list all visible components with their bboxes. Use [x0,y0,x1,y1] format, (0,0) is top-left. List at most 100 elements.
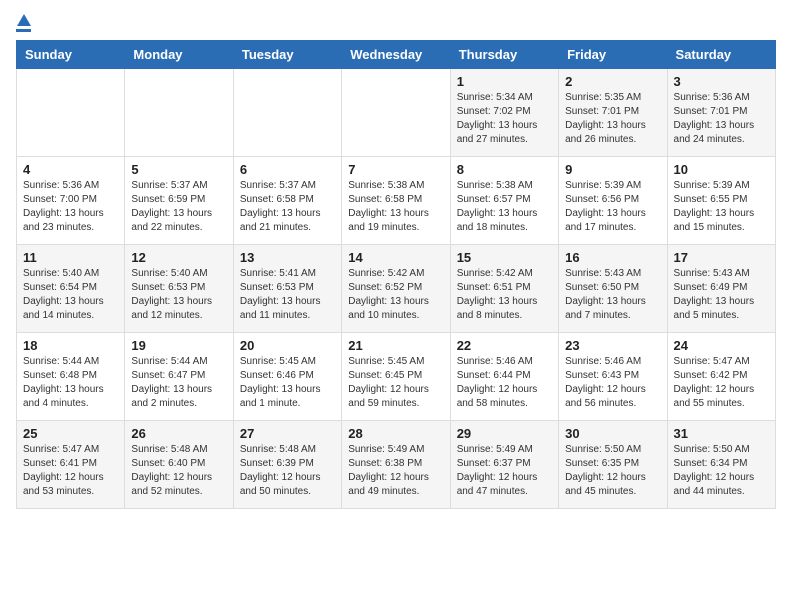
calendar-cell: 5 Sunrise: 5:37 AMSunset: 6:59 PMDaylight… [125,157,233,245]
day-number: 5 [131,162,226,177]
day-number: 10 [674,162,769,177]
day-number: 2 [565,74,660,89]
day-number: 21 [348,338,443,353]
calendar-cell: 6 Sunrise: 5:37 AMSunset: 6:58 PMDaylight… [233,157,341,245]
calendar-cell [342,69,450,157]
weekday-header-wednesday: Wednesday [342,41,450,69]
day-info: Sunrise: 5:37 AMSunset: 6:59 PMDaylight:… [131,179,226,235]
weekday-header-friday: Friday [559,41,667,69]
calendar-cell: 13Sunrise: 5:41 AMSunset: 6:53 PMDayligh… [233,245,341,333]
day-info: Sunrise: 5:40 AMSunset: 6:53 PMDaylight:… [131,267,226,323]
calendar-cell: 21 Sunrise: 5:45 AMSunset: 6:45 PMDayligh… [342,333,450,421]
weekday-header-row: SundayMondayTuesdayWednesdayThursdayFrid… [17,41,776,69]
calendar-cell: 29Sunrise: 5:49 AMSunset: 6:37 PMDayligh… [450,421,558,509]
calendar-cell: 1Sunrise: 5:34 AMSunset: 7:02 PMDaylight… [450,69,558,157]
calendar-cell: 4 Sunrise: 5:36 AMSunset: 7:00 PMDaylight… [17,157,125,245]
day-number: 7 [348,162,443,177]
calendar-cell: 11 Sunrise: 5:40 AMSunset: 6:54 PMDayligh… [17,245,125,333]
calendar-cell: 17Sunrise: 5:43 AMSunset: 6:49 PMDayligh… [667,245,775,333]
logo-triangle-icon [17,14,31,26]
day-info: Sunrise: 5:47 AMSunset: 6:41 PMDaylight:… [23,443,118,499]
calendar-week-2: 4 Sunrise: 5:36 AMSunset: 7:00 PMDaylight… [17,157,776,245]
day-info: Sunrise: 5:42 AMSunset: 6:51 PMDaylight:… [457,267,552,323]
day-number: 12 [131,250,226,265]
calendar-week-4: 18 Sunrise: 5:44 AMSunset: 6:48 PMDayligh… [17,333,776,421]
calendar-cell: 3 Sunrise: 5:36 AMSunset: 7:01 PMDaylight… [667,69,775,157]
calendar-cell: 22 Sunrise: 5:46 AMSunset: 6:44 PMDayligh… [450,333,558,421]
day-info: Sunrise: 5:37 AMSunset: 6:58 PMDaylight:… [240,179,335,235]
day-number: 26 [131,426,226,441]
day-info: Sunrise: 5:46 AMSunset: 6:44 PMDaylight:… [457,355,552,411]
page-header [16,16,776,32]
day-info: Sunrise: 5:48 AMSunset: 6:40 PMDaylight:… [131,443,226,499]
day-number: 23 [565,338,660,353]
calendar-week-3: 11 Sunrise: 5:40 AMSunset: 6:54 PMDayligh… [17,245,776,333]
day-number: 14 [348,250,443,265]
calendar-cell: 28 Sunrise: 5:49 AMSunset: 6:38 PMDayligh… [342,421,450,509]
day-info: Sunrise: 5:49 AMSunset: 6:38 PMDaylight:… [348,443,443,499]
day-info: Sunrise: 5:39 AMSunset: 6:55 PMDaylight:… [674,179,769,235]
day-number: 22 [457,338,552,353]
day-number: 24 [674,338,769,353]
logo-blue-line [16,29,31,32]
day-number: 6 [240,162,335,177]
calendar-table: SundayMondayTuesdayWednesdayThursdayFrid… [16,40,776,509]
calendar-week-1: 1Sunrise: 5:34 AMSunset: 7:02 PMDaylight… [17,69,776,157]
day-number: 30 [565,426,660,441]
calendar-cell: 25Sunrise: 5:47 AMSunset: 6:41 PMDayligh… [17,421,125,509]
day-info: Sunrise: 5:50 AMSunset: 6:35 PMDaylight:… [565,443,660,499]
calendar-cell [125,69,233,157]
calendar-cell: 7 Sunrise: 5:38 AMSunset: 6:58 PMDaylight… [342,157,450,245]
day-number: 27 [240,426,335,441]
day-info: Sunrise: 5:50 AMSunset: 6:34 PMDaylight:… [674,443,769,499]
day-number: 31 [674,426,769,441]
logo [16,16,31,32]
day-info: Sunrise: 5:41 AMSunset: 6:53 PMDaylight:… [240,267,335,323]
weekday-header-monday: Monday [125,41,233,69]
day-info: Sunrise: 5:43 AMSunset: 6:49 PMDaylight:… [674,267,769,323]
day-number: 9 [565,162,660,177]
day-info: Sunrise: 5:49 AMSunset: 6:37 PMDaylight:… [457,443,552,499]
day-info: Sunrise: 5:36 AMSunset: 7:00 PMDaylight:… [23,179,118,235]
calendar-cell: 24 Sunrise: 5:47 AMSunset: 6:42 PMDayligh… [667,333,775,421]
calendar-cell: 8Sunrise: 5:38 AMSunset: 6:57 PMDaylight… [450,157,558,245]
day-number: 15 [457,250,552,265]
day-info: Sunrise: 5:47 AMSunset: 6:42 PMDaylight:… [674,355,769,411]
calendar-cell: 15 Sunrise: 5:42 AMSunset: 6:51 PMDayligh… [450,245,558,333]
calendar-cell: 12 Sunrise: 5:40 AMSunset: 6:53 PMDayligh… [125,245,233,333]
day-info: Sunrise: 5:48 AMSunset: 6:39 PMDaylight:… [240,443,335,499]
calendar-cell: 31 Sunrise: 5:50 AMSunset: 6:34 PMDayligh… [667,421,775,509]
calendar-cell: 30 Sunrise: 5:50 AMSunset: 6:35 PMDayligh… [559,421,667,509]
calendar-cell: 16Sunrise: 5:43 AMSunset: 6:50 PMDayligh… [559,245,667,333]
day-number: 1 [457,74,552,89]
calendar-cell: 20Sunrise: 5:45 AMSunset: 6:46 PMDayligh… [233,333,341,421]
weekday-header-thursday: Thursday [450,41,558,69]
day-number: 11 [23,250,118,265]
calendar-cell: 14Sunrise: 5:42 AMSunset: 6:52 PMDayligh… [342,245,450,333]
weekday-header-saturday: Saturday [667,41,775,69]
day-number: 20 [240,338,335,353]
day-info: Sunrise: 5:46 AMSunset: 6:43 PMDaylight:… [565,355,660,411]
calendar-week-5: 25Sunrise: 5:47 AMSunset: 6:41 PMDayligh… [17,421,776,509]
calendar-cell: 9Sunrise: 5:39 AMSunset: 6:56 PMDaylight… [559,157,667,245]
day-info: Sunrise: 5:45 AMSunset: 6:45 PMDaylight:… [348,355,443,411]
day-info: Sunrise: 5:44 AMSunset: 6:48 PMDaylight:… [23,355,118,411]
day-number: 18 [23,338,118,353]
day-number: 28 [348,426,443,441]
weekday-header-tuesday: Tuesday [233,41,341,69]
day-info: Sunrise: 5:38 AMSunset: 6:57 PMDaylight:… [457,179,552,235]
day-number: 19 [131,338,226,353]
calendar-cell [17,69,125,157]
day-info: Sunrise: 5:44 AMSunset: 6:47 PMDaylight:… [131,355,226,411]
day-info: Sunrise: 5:36 AMSunset: 7:01 PMDaylight:… [674,91,769,147]
calendar-cell: 27 Sunrise: 5:48 AMSunset: 6:39 PMDayligh… [233,421,341,509]
day-info: Sunrise: 5:43 AMSunset: 6:50 PMDaylight:… [565,267,660,323]
day-number: 3 [674,74,769,89]
day-info: Sunrise: 5:38 AMSunset: 6:58 PMDaylight:… [348,179,443,235]
calendar-cell [233,69,341,157]
calendar-cell: 19 Sunrise: 5:44 AMSunset: 6:47 PMDayligh… [125,333,233,421]
calendar-cell: 10 Sunrise: 5:39 AMSunset: 6:55 PMDayligh… [667,157,775,245]
day-info: Sunrise: 5:40 AMSunset: 6:54 PMDaylight:… [23,267,118,323]
calendar-cell: 26 Sunrise: 5:48 AMSunset: 6:40 PMDayligh… [125,421,233,509]
day-number: 4 [23,162,118,177]
